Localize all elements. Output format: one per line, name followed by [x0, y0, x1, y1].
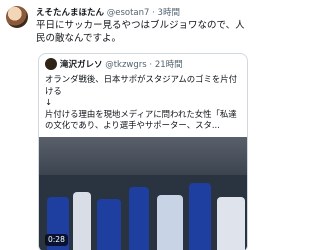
video-figure [97, 199, 121, 250]
timestamp[interactable]: 3時間 [158, 8, 180, 18]
quoted-header: 滝沢ガレソ @tkzwgrs · 21時間 [45, 57, 245, 73]
video-duration-badge: 0:28 [45, 234, 68, 246]
quoted-avatar [45, 57, 57, 70]
video-figure [73, 192, 91, 250]
avatar[interactable] [6, 6, 28, 28]
tweet[interactable]: えそたんまほたん @esotan7 · 3時間 平日にサッカー見るやつはブルジョ… [0, 0, 250, 250]
quoted-tweet[interactable]: 滝沢ガレソ @tkzwgrs · 21時間 オランダ戦後、日本サポがスタジアムの… [38, 53, 248, 250]
quoted-display-name: 滝沢ガレソ [60, 60, 103, 70]
handle[interactable]: @esotan7 [107, 8, 150, 18]
video-figure [129, 187, 149, 250]
quoted-timestamp: 21時間 [154, 60, 183, 70]
quoted-separator: · [146, 60, 155, 70]
video-figure [189, 183, 211, 250]
separator: · [149, 8, 158, 18]
video-frame-background [39, 137, 247, 175]
video-player[interactable]: 0:28 [39, 137, 247, 250]
display-name[interactable]: えそたんまほたん [36, 8, 104, 18]
quoted-handle: @tkzwgrs [105, 60, 147, 70]
tweet-text: 平日にサッカー見るやつはブルジョワなので、人民の敵なんですよ。 [36, 20, 245, 44]
video-figure [217, 197, 245, 250]
video-figure [157, 195, 183, 250]
tweet-header: えそたんまほたん @esotan7 · 3時間 [36, 6, 246, 20]
